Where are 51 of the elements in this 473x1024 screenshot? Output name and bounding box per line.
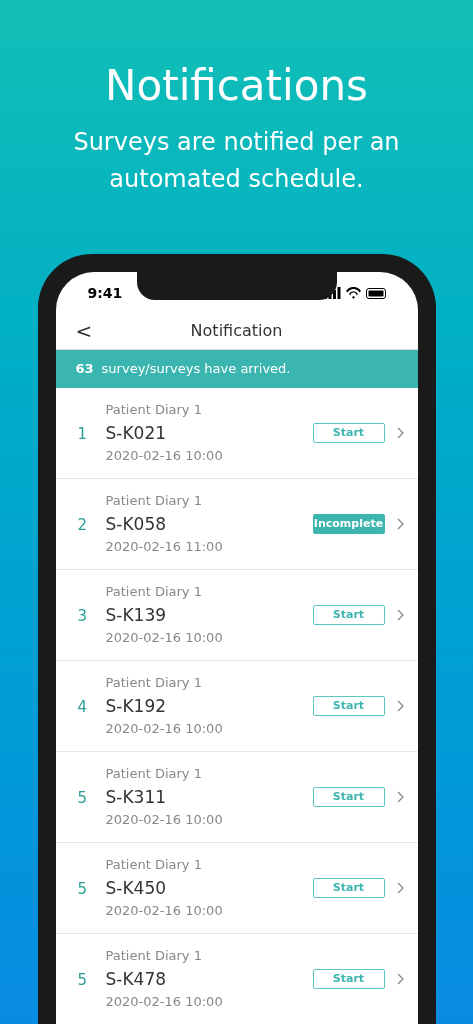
row-number: 3 [77, 605, 89, 627]
survey-row[interactable]: 2 Patient Diary 1 S-K058 2020-02-16 11:00 Incomplete [55, 479, 418, 570]
subtitle: Surveys are notified per an automated schedule. [72, 127, 401, 195]
survey-count: 63 [75, 360, 94, 379]
chevron-icon [396, 973, 404, 985]
chevron-icon [396, 882, 404, 894]
row-number: 4 [77, 696, 89, 718]
survey-name: Patient Diary 1 [105, 401, 203, 419]
row-number: 5 [77, 787, 89, 809]
survey-date: 2020-02-16 10:00 [105, 811, 224, 829]
chevron-icon [396, 427, 404, 439]
status-time: 9:41 [87, 283, 123, 303]
survey-code: S-K311 [105, 786, 168, 809]
chevron-icon [396, 609, 404, 621]
survey-code: S-K450 [105, 877, 168, 900]
row-number: 5 [77, 969, 89, 991]
survey-date: 2020-02-16 10:00 [105, 993, 224, 1011]
survey-row[interactable]: 3 Patient Diary 1 S-K139 2020-02-16 10:00 Start [55, 570, 418, 661]
chevron-icon [396, 518, 404, 530]
headline: Notifications [105, 60, 368, 112]
survey-row[interactable]: 1 Patient Diary 1 S-K021 2020-02-16 10:00 Start [55, 388, 418, 479]
survey-code: S-K139 [105, 604, 168, 627]
survey-code: S-K192 [105, 695, 168, 718]
back-button[interactable]: < [75, 320, 93, 341]
survey-row[interactable]: 4 Patient Diary 1 S-K192 2020-02-16 10:00 Start [55, 661, 418, 752]
row-number: 5 [77, 878, 89, 900]
survey-date: 2020-02-16 10:00 [105, 629, 224, 647]
survey-name: Patient Diary 1 [105, 583, 203, 601]
survey-date: 2020-02-16 10:00 [105, 447, 224, 465]
battery-icon [365, 287, 386, 299]
survey-name: Patient Diary 1 [105, 765, 203, 783]
survey-row[interactable]: 5 Patient Diary 1 S-K311 2020-02-16 10:00 Start [55, 752, 418, 843]
banner-text: survey/surveys have arrived. [101, 360, 291, 379]
survey-code: S-K058 [105, 513, 168, 536]
wifi-icon [345, 287, 361, 299]
chevron-icon [396, 791, 404, 803]
row-number: 1 [77, 423, 89, 445]
row-number: 2 [77, 514, 89, 536]
chevron-icon [396, 700, 404, 712]
screen-title: Notification [190, 319, 283, 342]
survey-code: S-K478 [105, 968, 168, 991]
survey-name: Patient Diary 1 [105, 947, 203, 965]
survey-date: 2020-02-16 10:00 [105, 720, 224, 738]
survey-date: 2020-02-16 11:00 [105, 538, 224, 556]
survey-code: S-K021 [105, 422, 168, 445]
survey-name: Patient Diary 1 [105, 856, 203, 874]
survey-row[interactable]: 5 Patient Diary 1 S-K450 2020-02-16 10:00 Start [55, 843, 418, 934]
survey-name: Patient Diary 1 [105, 492, 203, 510]
survey-row[interactable]: 5 Patient Diary 1 S-K478 2020-02-16 10:00 Start [55, 934, 418, 1024]
survey-date: 2020-02-16 10:00 [105, 902, 224, 920]
survey-name: Patient Diary 1 [105, 674, 203, 692]
